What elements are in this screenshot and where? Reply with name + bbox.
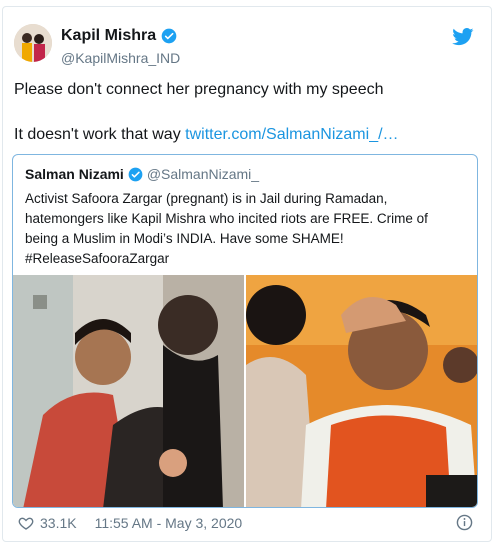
quoted-tweet-header: Salman Nizami @SalmanNizami_ — [25, 166, 259, 182]
verified-badge-icon — [161, 28, 177, 44]
heart-icon[interactable] — [18, 515, 34, 531]
like-count[interactable]: 33.1K — [40, 515, 77, 531]
author-avatar[interactable] — [14, 24, 52, 62]
quoted-text-line: hatemongers like Kapil Mishra who incite… — [25, 211, 428, 226]
quoted-text-line: Activist Safoora Zargar (pregnant) is in… — [25, 191, 388, 206]
tweet-text-prefix: It doesn't work that way — [14, 126, 186, 143]
tweet-timestamp[interactable]: 11:55 AM - May 3, 2020 — [95, 515, 243, 531]
quoted-tweet[interactable]: Salman Nizami @SalmanNizami_ Activist Sa… — [12, 154, 478, 508]
quoted-text-line: #ReleaseSafooraZargar — [25, 251, 170, 266]
quoted-author-name[interactable]: Salman Nizami — [25, 166, 124, 182]
tweet-text-line1: Please don't connect her pregnancy with … — [14, 81, 384, 98]
quoted-text-line: being a Muslim in Modi’s INDIA. Have som… — [25, 231, 344, 246]
author-name-text[interactable]: Kapil Mishra — [61, 27, 156, 45]
author-handle[interactable]: @KapilMishra_IND — [61, 50, 180, 66]
quoted-tweet-text: Activist Safoora Zargar (pregnant) is in… — [25, 189, 471, 269]
info-icon[interactable] — [456, 514, 473, 531]
quoted-author-handle[interactable]: @SalmanNizami_ — [147, 166, 259, 182]
tweet-footer: 33.1K 11:55 AM - May 3, 2020 — [18, 515, 242, 531]
quoted-photo-hug[interactable] — [13, 275, 244, 507]
quoted-photo-celebration[interactable] — [246, 275, 477, 507]
author-name[interactable]: Kapil Mishra — [61, 27, 177, 45]
tweet-text-line2: It doesn't work that way twitter.com/Sal… — [14, 126, 399, 144]
verified-badge-icon — [128, 167, 143, 181]
quoted-tweet-link[interactable]: twitter.com/SalmanNizami_/… — [185, 126, 398, 143]
twitter-bird-icon[interactable] — [452, 28, 474, 46]
